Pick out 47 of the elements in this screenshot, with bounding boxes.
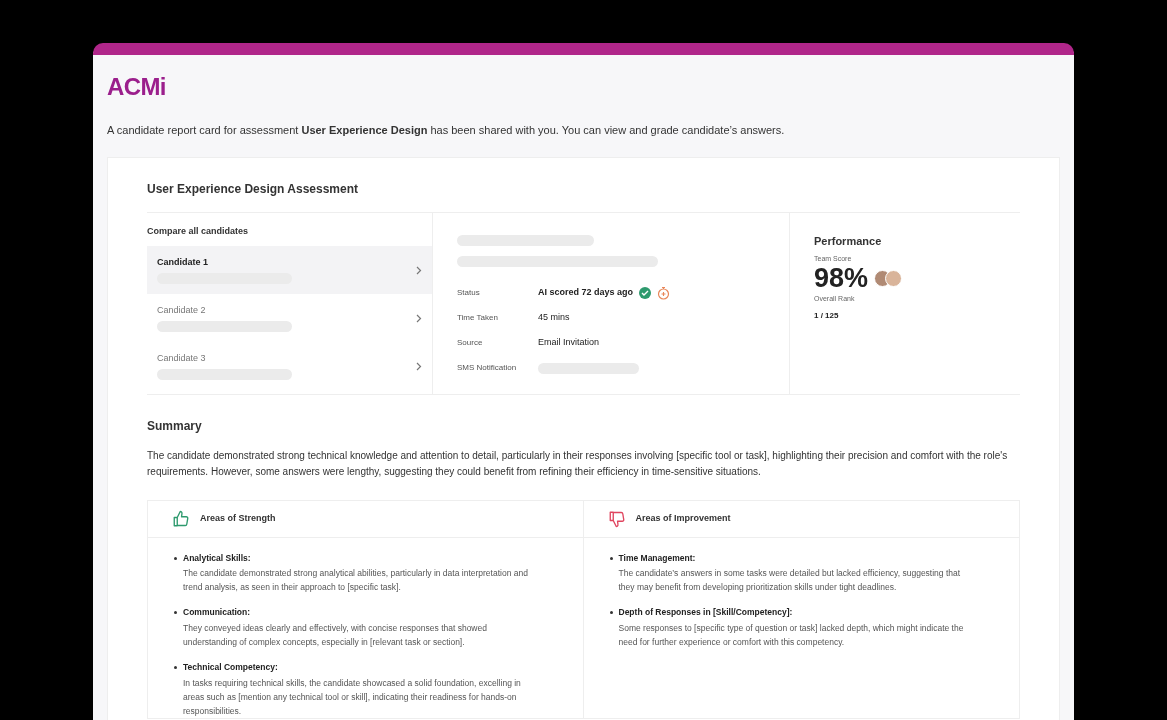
detail-value: 45 mins [538,311,570,325]
item-heading: Communication: [183,606,252,619]
compare-title: Compare all candidates [147,224,250,238]
candidate-name: Candidate 2 [157,303,207,317]
candidate-item[interactable]: Candidate 2 [147,294,432,342]
stopwatch-icon [657,286,671,300]
chevron-right-icon [416,313,422,323]
detail-label: Source [457,337,484,349]
thumbs-up-icon [172,509,190,528]
item-text: They conveyed ideas clearly and effectively, with concise responses that showed understanding of complex concepts, especially in [relevant task or section]. [183,622,488,649]
check-icon [639,287,652,299]
bullet-icon [174,611,177,615]
item-heading: Analytical Skills: [183,551,252,565]
detail-value: AI scored 72 days ago [538,286,634,300]
bullet-icon [609,556,613,560]
intro-text: A candidate report card for assessment User Experience Design has been shared with you. You can view and grade candidate’s answers. [107,123,786,138]
item-text: The candidate’s answers in some tasks were detailed but lacked efficiency, suggesting that they may benefit from developing prioritization skills under tight deadlines. [618,567,962,595]
avatar [885,269,903,287]
candidate-item[interactable]: Candidate 3 [147,342,432,390]
item-heading: Depth of Responses in [Skill/Competency]: [618,606,794,619]
item-heading: Technical Competency: [183,661,279,674]
summary-text: The candidate demonstrated strong technical knowledge and attention to detail, particularly in their responses involving [specific tool or task], highlighting their precision and comfort with the role's requirements. However, some answers were lengthy, suggesting they could benefit from refining their efficiency in time-sensitive situations. [147,448,1009,479]
detail-label: Status [457,287,481,299]
bullet-icon [174,556,177,560]
candidate-item[interactable]: Candidate 1 [147,246,432,294]
item-text: Some responses to [specific type of question or task] lacked depth, which might indicate the need for further experience or comfort with this competency. [618,622,965,649]
item-heading: Time Management: [618,551,697,565]
thumbs-down-icon [607,509,626,528]
team-score: 98% [814,264,869,292]
summary-title: Summary [147,417,203,435]
detail-value: Email Invitation [538,336,600,350]
item-text: In tasks requiring technical skills, the candidate showcased a solid foundation, excelling in areas such as [mention any technical tool or skill], indicating their readiness for hands-on responsibilities. [183,676,522,718]
chevron-right-icon [416,361,422,371]
assessment-title: User Experience Design Assessment [147,180,359,198]
overall-rank: 1 / 125 [814,310,840,322]
performance-title: Performance [814,233,883,249]
item-text: The candidate demonstrated strong analytical abilities, particularly in data interpretation and trend analysis, as seen in their approach to [specific task]. [183,567,529,595]
logo: ACMi [107,75,166,99]
candidate-name: Candidate 3 [157,351,207,365]
area-title: Areas of Strength [200,511,276,525]
candidate-name: Candidate 1 [157,255,209,269]
detail-label: SMS Notification [457,362,518,374]
detail-label: Time Taken [457,312,499,324]
bullet-icon [174,666,177,669]
area-title: Areas of Improvement [635,511,731,525]
bullet-icon [609,611,613,615]
chevron-right-icon [416,265,422,275]
